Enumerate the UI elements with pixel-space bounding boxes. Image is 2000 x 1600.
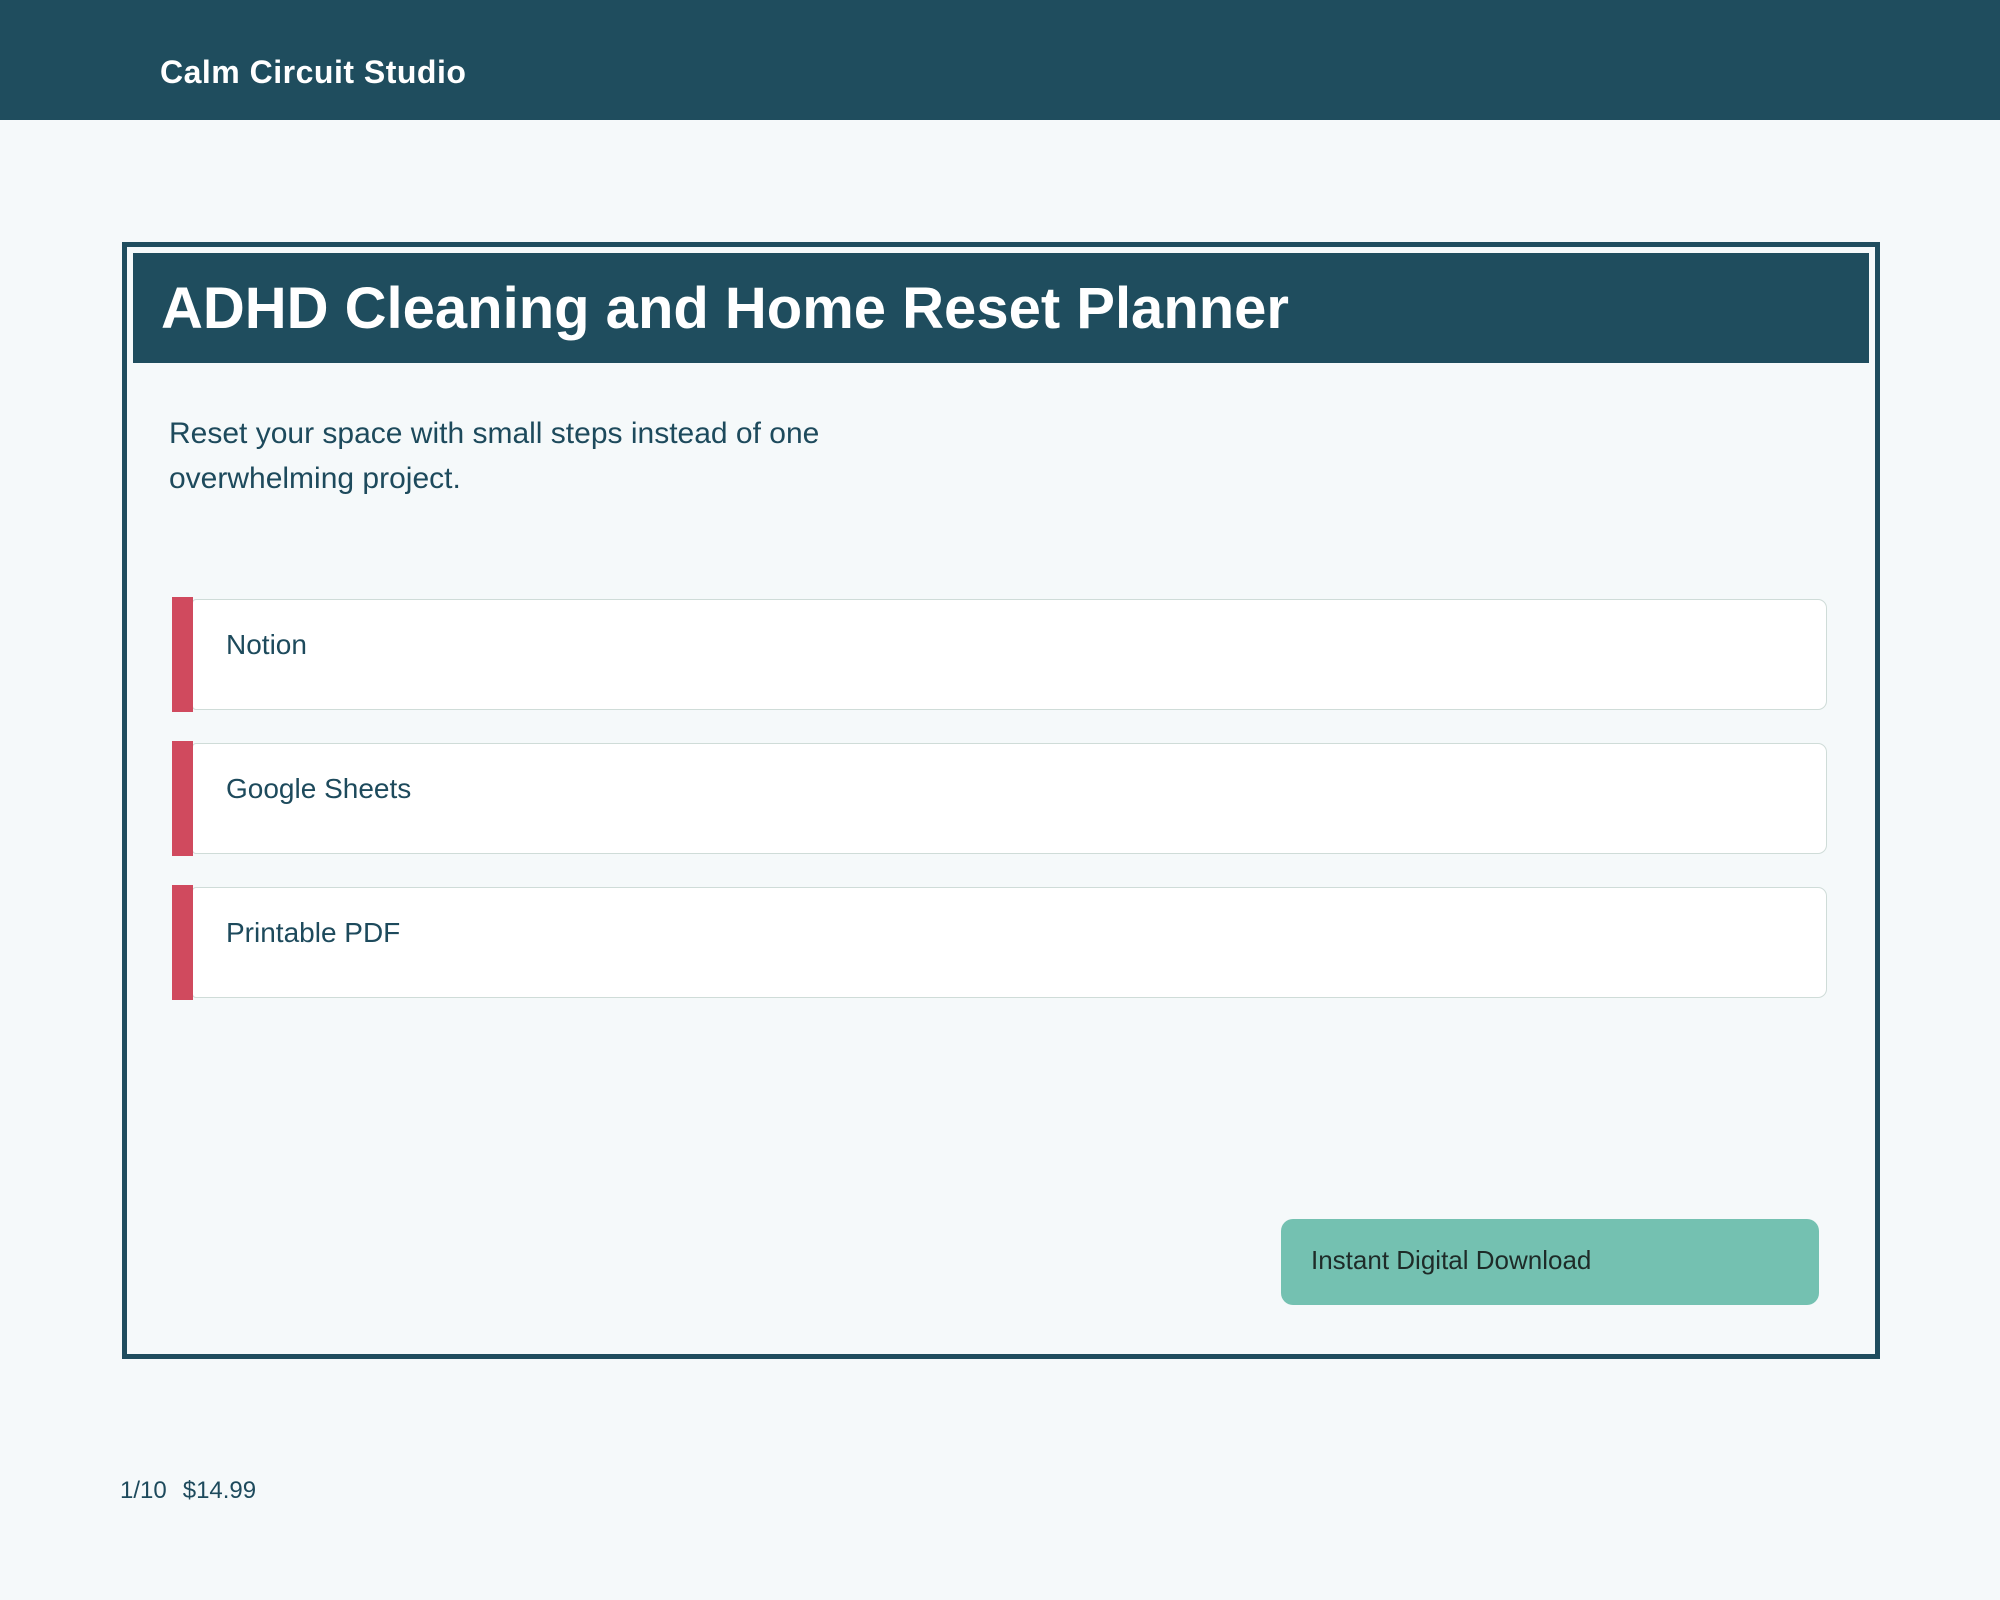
format-option-label: Notion: [192, 599, 1827, 710]
price: $14.99: [182, 1477, 257, 1504]
format-option-printable-pdf[interactable]: Printable PDF: [172, 885, 1827, 1000]
page-indicator: 1/10: [120, 1477, 167, 1504]
format-option-google-sheets[interactable]: Google Sheets: [172, 741, 1827, 856]
accent-bar: [172, 597, 193, 712]
product-title: ADHD Cleaning and Home Reset Planner: [161, 275, 1289, 341]
app-header: Calm Circuit Studio: [0, 0, 2000, 120]
footer-meta: 1/10 $14.99: [120, 1477, 256, 1505]
format-option-notion[interactable]: Notion: [172, 597, 1827, 712]
format-option-label: Google Sheets: [192, 743, 1827, 854]
accent-bar: [172, 741, 193, 856]
product-card: ADHD Cleaning and Home Reset Planner Res…: [122, 242, 1880, 1359]
accent-bar: [172, 885, 193, 1000]
brand-name: Calm Circuit Studio: [160, 53, 467, 90]
product-description: Reset your space with small steps instea…: [169, 417, 820, 495]
format-option-label: Printable PDF: [192, 887, 1827, 998]
product-title-bar: ADHD Cleaning and Home Reset Planner: [133, 253, 1869, 363]
format-options-list: Notion Google Sheets Printable PDF: [172, 597, 1827, 1000]
instant-download-button[interactable]: Instant Digital Download: [1281, 1219, 1819, 1305]
